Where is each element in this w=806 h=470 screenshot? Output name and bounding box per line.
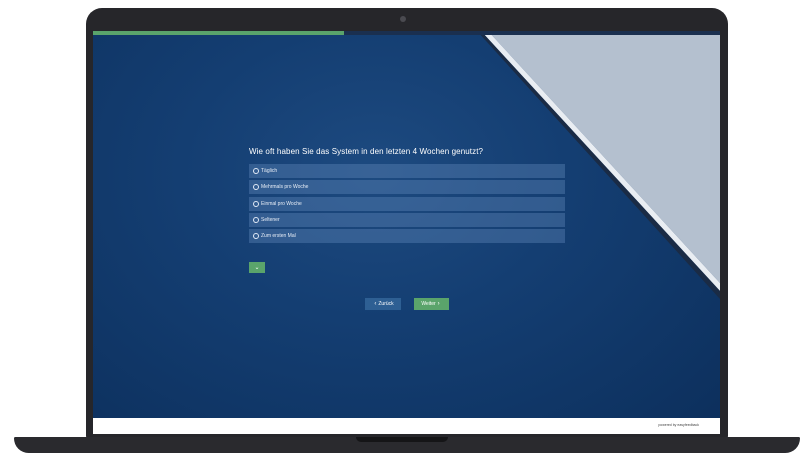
radio-icon[interactable] — [253, 168, 259, 174]
option-label: Seltener — [261, 216, 280, 223]
option-mehrmals-pro-woche[interactable]: Mehrmals pro Woche — [249, 180, 565, 195]
footer: powered by easyfeedback — [93, 418, 720, 434]
option-label: Zum ersten Mal — [261, 233, 296, 240]
option-seltener[interactable]: Seltener — [249, 212, 565, 227]
powered-by-text: powered by easyfeedback — [658, 423, 699, 427]
option-label: Einmal pro Woche — [261, 200, 302, 207]
option-zum-ersten-mal[interactable]: Zum ersten Mal — [249, 229, 565, 244]
radio-icon[interactable] — [253, 184, 259, 191]
back-label: Zurück — [378, 301, 394, 307]
laptop-notch — [356, 437, 448, 442]
chevron-left-icon: ‹ — [374, 301, 377, 307]
next-label: Weiter — [421, 301, 436, 307]
chevron-down-icon: ⌄ — [254, 265, 260, 271]
answer-options: Täglich Mehrmals pro Woche Einmal pro Wo… — [249, 164, 565, 245]
radio-icon[interactable] — [253, 216, 259, 223]
progress-fill — [93, 31, 344, 35]
survey-screen: Wie oft haben Sie das System in den letz… — [93, 31, 720, 434]
back-button[interactable]: ‹ Zurück — [365, 298, 401, 310]
next-button[interactable]: Weiter › — [414, 298, 449, 310]
radio-icon[interactable] — [253, 233, 259, 240]
radio-icon[interactable] — [253, 200, 259, 207]
progress-bar — [93, 31, 720, 35]
option-label: Täglich — [261, 168, 278, 174]
camera-icon — [400, 16, 406, 22]
option-einmal-pro-woche[interactable]: Einmal pro Woche — [249, 196, 565, 211]
chevron-right-icon: › — [437, 301, 440, 307]
expand-button[interactable]: ⌄ — [249, 262, 265, 273]
question-text: Wie oft haben Sie das System in den letz… — [249, 147, 484, 156]
option-label: Mehrmals pro Woche — [261, 184, 309, 191]
option-taeglich[interactable]: Täglich — [249, 164, 565, 178]
